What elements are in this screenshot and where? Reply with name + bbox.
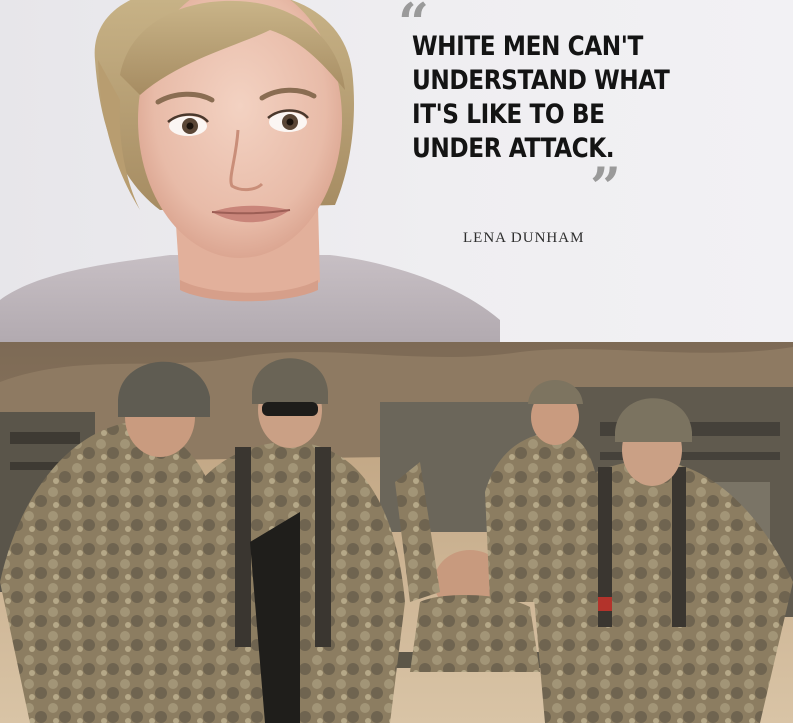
quote-line-1: WHITE MEN CAN'T (412, 31, 643, 62)
meme-image: “ WHITE MEN CAN'T UNDERSTAND WHAT IT'S L… (0, 0, 793, 723)
quote-panel: “ WHITE MEN CAN'T UNDERSTAND WHAT IT'S L… (0, 0, 793, 342)
quote-line-3: IT'S LIKE TO BE (412, 99, 605, 130)
quote-text: WHITE MEN CAN'T UNDERSTAND WHAT IT'S LIK… (412, 30, 711, 166)
quote-line-4: UNDER ATTACK. (412, 133, 615, 164)
soldiers-scene (0, 342, 793, 723)
attribution: LENA DUNHAM (463, 230, 585, 246)
quote-line-2: UNDERSTAND WHAT (412, 65, 670, 96)
soldiers-photo (0, 342, 793, 723)
close-quote-mark: ” (590, 155, 622, 219)
